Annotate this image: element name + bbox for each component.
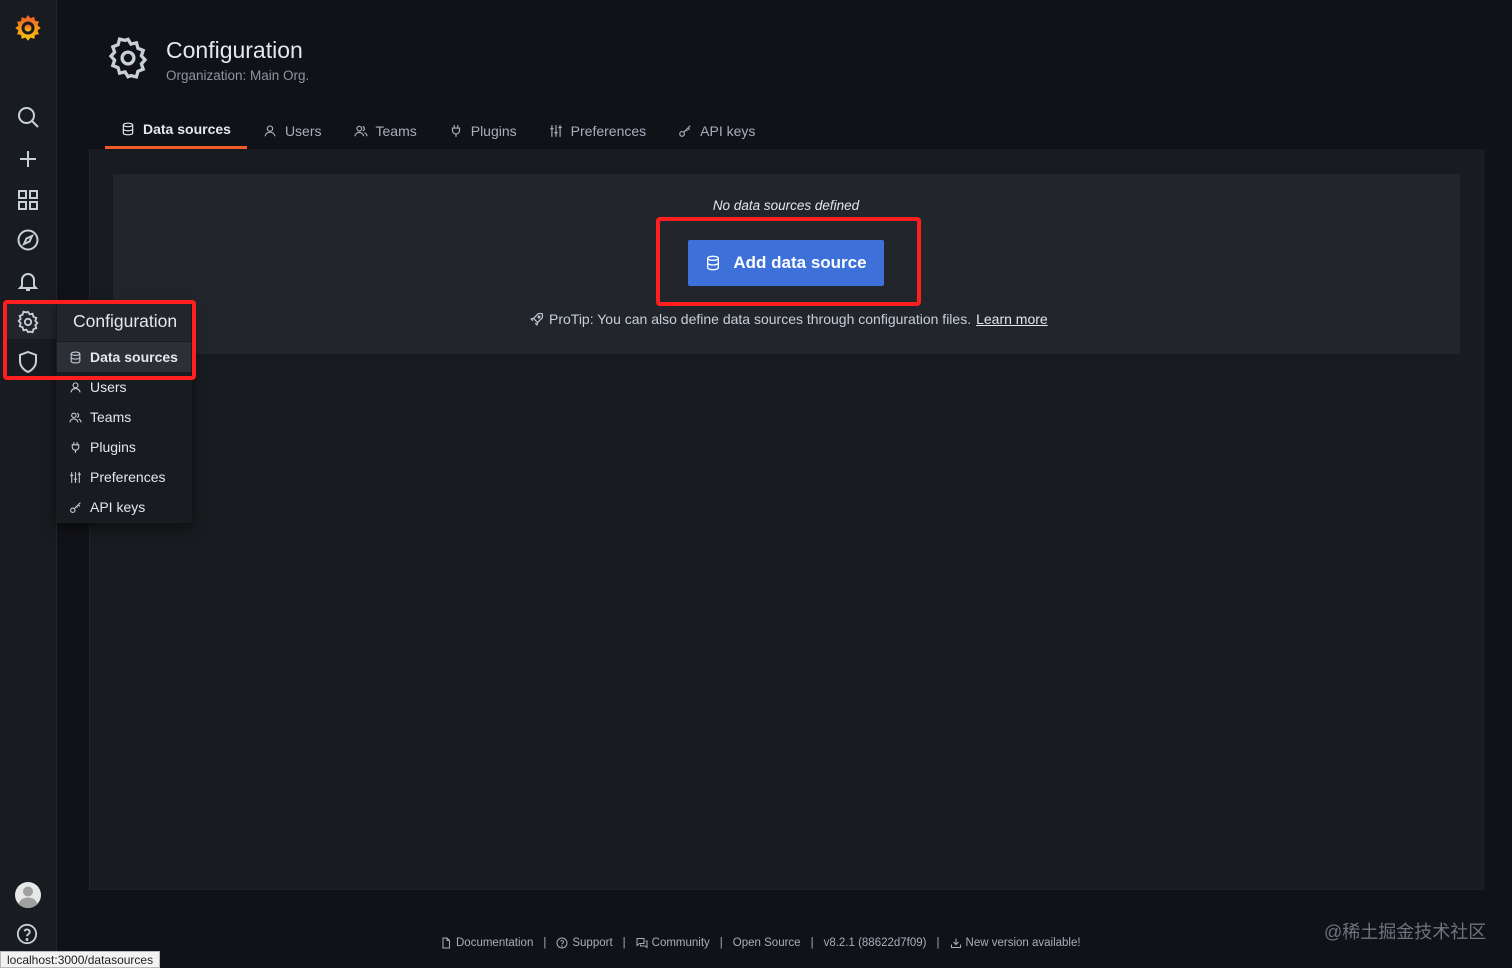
sidebar [0,0,57,968]
add-data-source-label: Add data source [733,253,867,272]
tab-api-keys[interactable]: API keys [662,112,771,149]
footer-version: v8.2.1 (88622d7f09) [824,937,927,949]
database-icon [705,255,721,271]
footer-open-source-link[interactable]: Open Source [733,937,801,949]
footer-support-link[interactable]: Support [556,937,613,949]
tab-preferences[interactable]: Preferences [533,112,662,149]
footer-documentation-label: Documentation [456,937,534,949]
tab-label: API keys [700,122,756,139]
flyout-item-api-keys[interactable]: API keys [57,492,191,522]
tab-label: Plugins [470,122,517,139]
flyout-item-label: API keys [90,499,146,515]
status-bar-url: localhost:3000/datasources [0,951,161,968]
protip: ProTip: You can also define data sources… [530,311,1048,327]
footer-community-link[interactable]: Community [636,937,710,949]
flyout-item-teams[interactable]: Teams [57,402,191,432]
footer-open-source-label: Open Source [732,937,801,949]
users-icon [69,411,82,424]
comments-icon [636,937,648,949]
footer-new-version-label: New version available! [965,937,1081,949]
flyout-item-label: Users [90,379,127,395]
empty-state-title: No data sources defined [712,198,860,213]
tab-label: Users [284,122,322,139]
plus-icon[interactable] [16,147,40,171]
tab-label: Data sources [143,121,231,137]
users-icon [354,124,368,138]
footer-community-label: Community [651,937,710,949]
flyout-item-label: Plugins [90,439,136,455]
flyout-item-plugins[interactable]: Plugins [57,432,191,462]
key-icon [678,124,692,138]
sliders-icon [69,471,82,484]
key-icon [69,501,82,514]
footer-separator: | [719,937,723,949]
database-icon [121,122,135,136]
footer-separator: | [622,937,626,949]
learn-more-link[interactable]: Learn more [976,311,1048,327]
help-icon[interactable] [16,923,40,947]
flyout-item-preferences[interactable]: Preferences [57,462,191,492]
footer-new-version-link[interactable]: New version available! [950,937,1081,949]
footer-separator: | [810,937,814,949]
tab-plugins[interactable]: Plugins [433,112,533,149]
footer-documentation-link[interactable]: Documentation [440,937,533,949]
protip-text: ProTip: You can also define data sources… [549,311,972,327]
page-gear-icon [106,36,150,80]
download-icon [950,937,962,949]
explore-icon[interactable] [16,228,40,252]
search-icon[interactable] [16,105,40,129]
sliders-icon [549,124,563,138]
grafana-logo-icon[interactable] [12,12,44,44]
tab-teams[interactable]: Teams [338,112,433,149]
rocket-icon [530,312,544,326]
plug-icon [69,441,82,454]
user-icon [69,381,82,394]
plug-icon [449,124,463,138]
watermark: @稀土掘金技术社区 [1324,922,1487,942]
footer-separator: | [543,937,547,949]
highlight-box-configuration [3,300,196,380]
tab-users[interactable]: Users [247,112,338,149]
alerting-icon[interactable] [16,269,40,293]
footer: Documentation | Support | Community | Op… [440,937,1081,949]
footer-separator: | [936,937,940,949]
tab-bar: Data sources Users Teams Plugins Prefere… [105,112,771,150]
tab-data-sources[interactable]: Data sources [105,112,247,149]
page-title: Configuration [166,37,303,63]
flyout-item-label: Preferences [90,469,166,485]
user-icon [263,124,277,138]
tab-label: Preferences [570,122,647,139]
document-icon [440,937,452,949]
avatar[interactable] [14,881,42,909]
footer-version-label: v8.2.1 (88622d7f09) [823,937,927,949]
help-icon [556,937,568,949]
page-subtitle: Organization: Main Org. [166,68,310,83]
tab-label: Teams [375,122,417,139]
add-data-source-button[interactable]: Add data source [688,240,884,286]
flyout-item-label: Teams [90,409,132,425]
footer-support-label: Support [572,937,613,949]
